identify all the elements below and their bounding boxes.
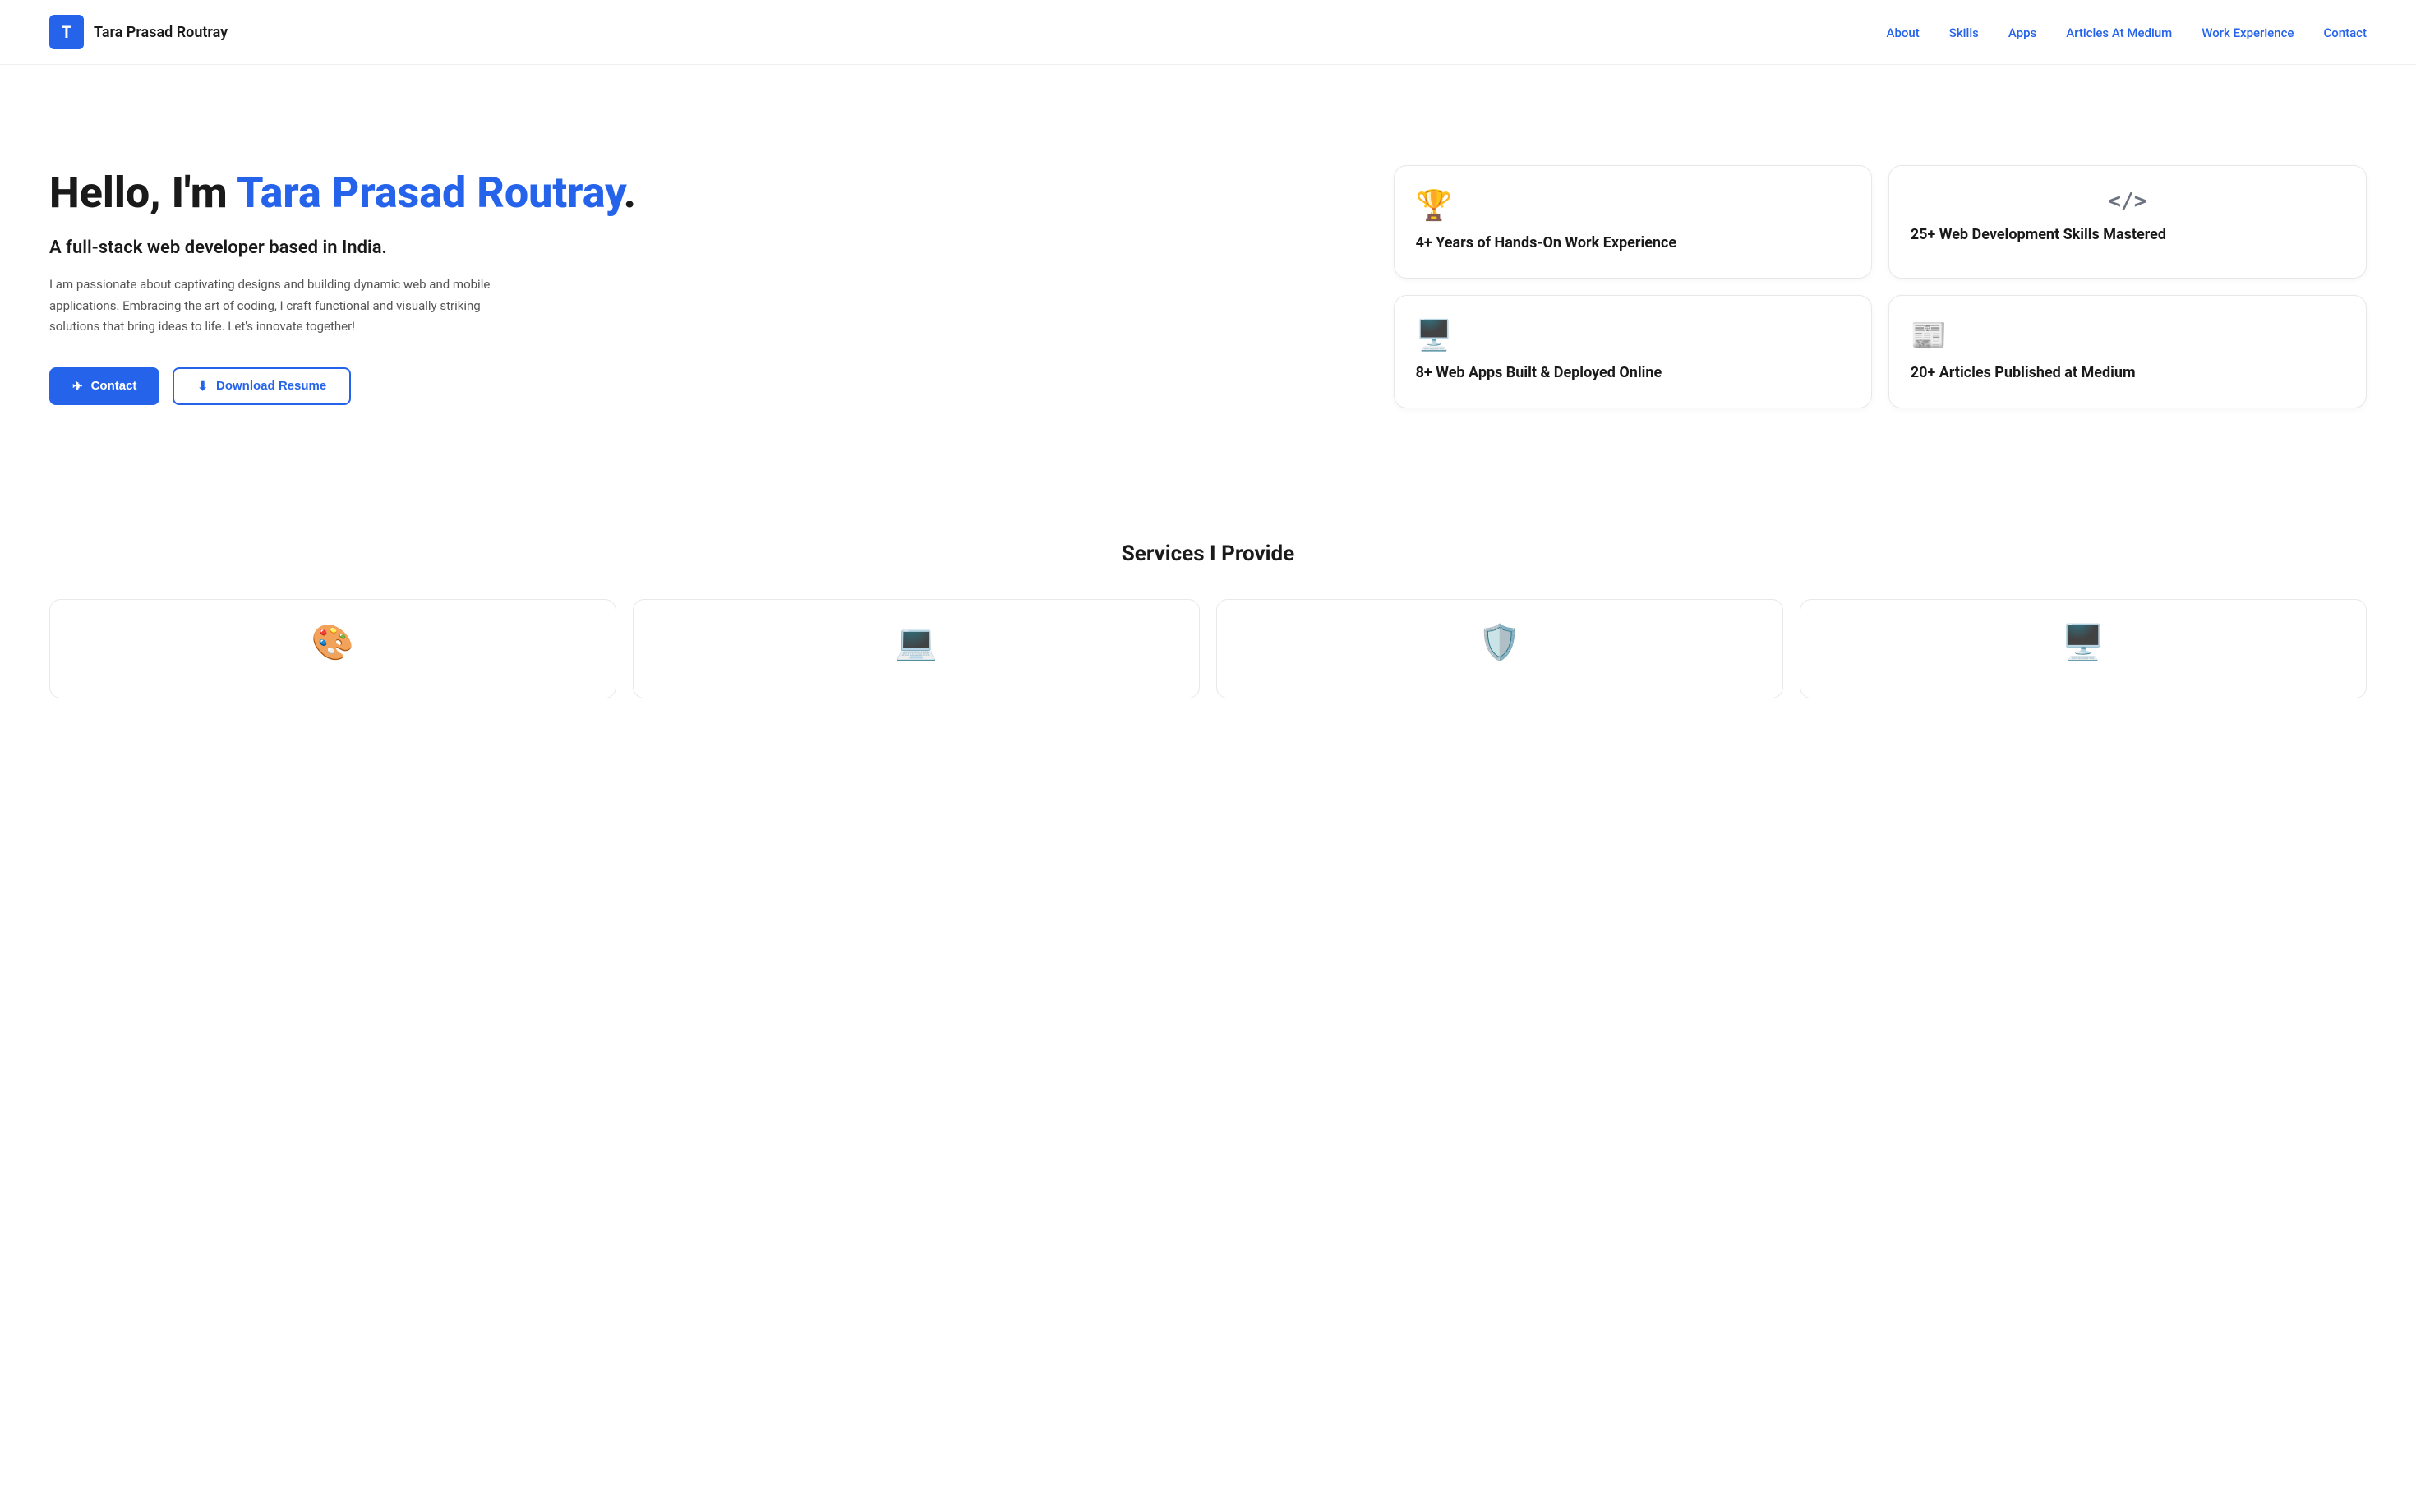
nav-brand-name: Tara Prasad Routray (94, 24, 228, 41)
nav-link-articles[interactable]: Articles At Medium (2066, 25, 2172, 40)
deploy-icon: 🖥️ (1824, 623, 2343, 663)
nav-link-about[interactable]: About (1887, 25, 1920, 40)
download-resume-button[interactable]: ⬇ Download Resume (173, 367, 351, 405)
hero-description: I am passionate about captivating design… (49, 274, 526, 338)
hero-heading: Hello, I'm Tara Prasad Routray. (49, 168, 1324, 218)
nav-logo: T (49, 15, 84, 49)
dev-icon: 💻 (657, 623, 1176, 663)
download-icon: ⬇ (197, 379, 208, 394)
stat-card-apps: 🖥️ 8+ Web Apps Built & Deployed Online (1394, 295, 1872, 408)
contact-button[interactable]: ✈ Contact (49, 367, 159, 405)
hero-left: Hello, I'm Tara Prasad Routray. A full-s… (49, 168, 1324, 404)
stats-grid: 🏆 4+ Years of Hands-On Work Experience <… (1394, 165, 2367, 409)
service-card-security: 🛡️ (1216, 599, 1783, 698)
hero-section: Hello, I'm Tara Prasad Routray. A full-s… (0, 65, 2416, 492)
services-title: Services I Provide (49, 542, 2367, 566)
service-card-design: 🎨 (49, 599, 616, 698)
hero-period: . (624, 168, 636, 218)
hero-greeting: Hello, I'm (49, 168, 237, 218)
articles-icon: 📰 (1911, 320, 2345, 350)
stat-card-articles: 📰 20+ Articles Published at Medium (1888, 295, 2367, 408)
stat-text-experience: 4+ Years of Hands-On Work Experience (1416, 233, 1850, 253)
security-icon: 🛡️ (1240, 623, 1759, 663)
nav-links: About Skills Apps Articles At Medium Wor… (1887, 25, 2367, 40)
nav-brand[interactable]: T Tara Prasad Routray (49, 15, 228, 49)
nav-link-skills[interactable]: Skills (1949, 25, 1979, 40)
design-icon: 🎨 (73, 623, 592, 663)
hero-subtitle: A full-stack web developer based in Indi… (49, 237, 1324, 258)
code-icon: </> (1911, 191, 2345, 212)
nav-link-apps[interactable]: Apps (2008, 25, 2036, 40)
stat-card-skills: </> 25+ Web Development Skills Mastered (1888, 165, 2367, 279)
stat-text-articles: 20+ Articles Published at Medium (1911, 363, 2345, 383)
hero-buttons: ✈ Contact ⬇ Download Resume (49, 367, 1324, 405)
stat-card-experience: 🏆 4+ Years of Hands-On Work Experience (1394, 165, 1872, 279)
navbar: T Tara Prasad Routray About Skills Apps … (0, 0, 2416, 65)
hero-name-highlight: Tara Prasad Routray (237, 168, 623, 218)
services-section: Services I Provide 🎨 💻 🛡️ 🖥️ (0, 492, 2416, 698)
send-icon: ✈ (72, 379, 83, 394)
stat-text-skills: 25+ Web Development Skills Mastered (1911, 225, 2345, 245)
nav-link-contact[interactable]: Contact (2323, 25, 2367, 40)
nav-link-experience[interactable]: Work Experience (2202, 25, 2294, 40)
services-grid: 🎨 💻 🛡️ 🖥️ (49, 599, 2367, 698)
trophy-icon: 🏆 (1416, 191, 1850, 220)
stat-text-apps: 8+ Web Apps Built & Deployed Online (1416, 363, 1850, 383)
service-card-deploy: 🖥️ (1800, 599, 2367, 698)
service-card-dev: 💻 (633, 599, 1200, 698)
web-apps-icon: 🖥️ (1416, 320, 1850, 350)
